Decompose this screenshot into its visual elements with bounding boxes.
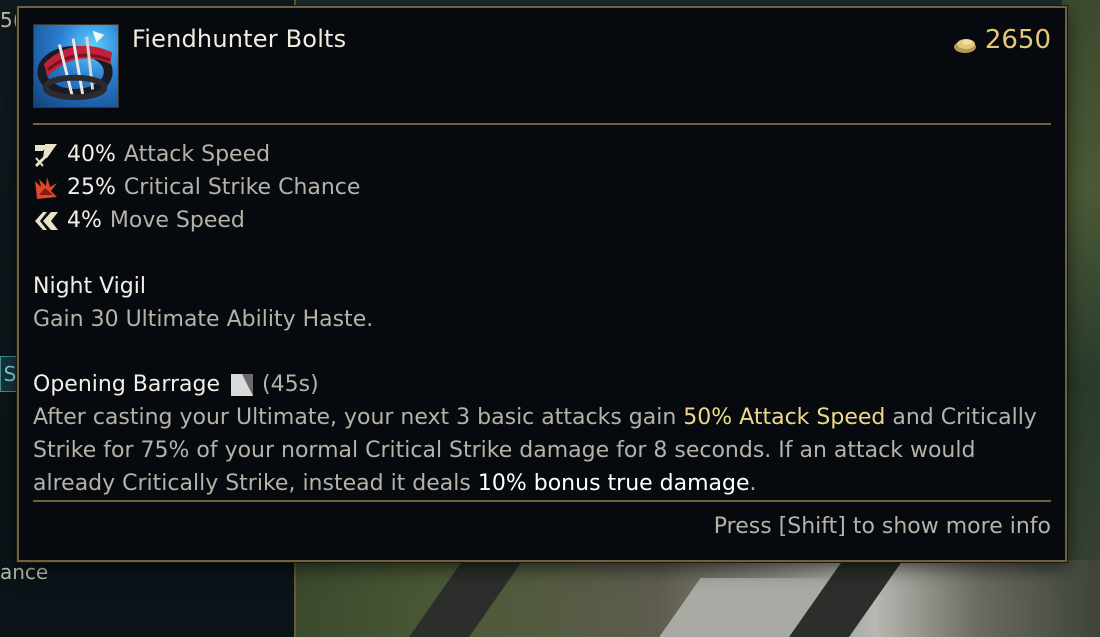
stat-value: 4%: [67, 208, 102, 233]
passive-title: Night Vigil: [33, 274, 146, 299]
stat-row: 40% Attack Speed: [33, 138, 360, 171]
attack-speed-icon: [33, 142, 59, 168]
stat-name: Attack Speed: [123, 142, 271, 167]
critical-strike-icon: [33, 175, 59, 201]
stat-row: 25% Critical Strike Chance: [33, 171, 360, 204]
description-text: .: [749, 471, 757, 496]
item-name: Fiendhunter Bolts: [132, 25, 347, 53]
cost-value: 2650: [984, 25, 1051, 55]
cooldown-value: (45s): [262, 372, 319, 397]
attack-speed-highlight: 50% Attack Speed: [683, 405, 886, 430]
stat-value: 25%: [67, 175, 116, 200]
stat-value: 40%: [67, 142, 116, 167]
passive-description: After casting your Ultimate, your next 3…: [33, 401, 1053, 500]
passive-opening-barrage: Opening Barrage (45s) After casting your…: [33, 368, 1053, 500]
map-ground: [296, 560, 1100, 637]
panel-fragment-text-bottom: ance: [0, 560, 49, 584]
map-foliage-strip: [1062, 0, 1100, 637]
cooldown-icon: [230, 373, 254, 397]
header-divider: [33, 123, 1051, 125]
passive-night-vigil: Night Vigil Gain 30 Ultimate Ability Has…: [33, 270, 373, 336]
passive-title: Opening Barrage: [33, 372, 221, 397]
description-text: After casting your Ultimate, your next 3…: [33, 405, 684, 430]
more-info-hint: Press [Shift] to show more info: [713, 514, 1051, 539]
stat-name: Move Speed: [109, 208, 245, 233]
true-damage-highlight: 10% bonus true damage: [477, 471, 750, 496]
item-cost: 2650: [953, 25, 1051, 55]
item-tooltip: Fiendhunter Bolts 2650 40% Attack Speed …: [17, 6, 1067, 562]
move-speed-icon: [33, 208, 59, 234]
stat-row: 4% Move Speed: [33, 204, 360, 237]
passive-title-row: Opening Barrage (45s): [33, 368, 1053, 401]
passive-description: Gain 30 Ultimate Ability Haste.: [33, 307, 374, 332]
ground-shadow: [409, 560, 523, 637]
fiendhunter-bolts-icon: [33, 24, 119, 108]
footer-divider: [33, 500, 1051, 502]
stats-list: 40% Attack Speed 25% Critical Strike Cha…: [33, 138, 360, 237]
stat-name: Critical Strike Chance: [123, 175, 361, 200]
gold-icon: [953, 31, 977, 53]
